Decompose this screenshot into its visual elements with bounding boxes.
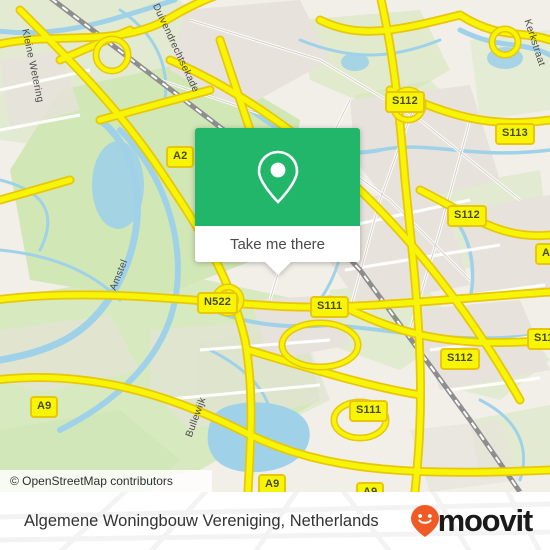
road-shield: S112	[447, 205, 487, 227]
place-title: Algemene Woningbouw Vereniging, Netherla…	[24, 511, 379, 530]
moovit-wordmark: moovit	[437, 503, 534, 538]
road-shield: S112	[440, 348, 480, 370]
road-shield: A9	[258, 474, 287, 492]
road-shield: A9	[30, 396, 59, 418]
moovit-map-page: A2 S112 S113 S112 A10 N522 S111 S112 S111 A9 S111 A…	[0, 0, 550, 550]
osm-attribution[interactable]: © OpenStreetMap contributors	[0, 470, 212, 492]
card-pin-area	[195, 128, 360, 226]
take-me-there-card[interactable]: Take me there	[195, 128, 360, 275]
osm-attribution-text: © OpenStreetMap contributors	[10, 474, 173, 488]
moovit-smiley-pin-icon	[410, 505, 439, 537]
road-shield: S111	[310, 296, 350, 318]
card-cta-area[interactable]: Take me there	[195, 226, 360, 275]
moovit-logo[interactable]: moovit	[410, 503, 534, 539]
road-shield: S113	[495, 123, 535, 145]
location-pin-icon	[257, 150, 298, 204]
road-shield: A9	[356, 482, 385, 492]
map-canvas[interactable]: A2 S112 S113 S112 A10 N522 S111 S112 S111 A9 S111 A…	[0, 0, 550, 492]
road-shield: N522	[197, 292, 239, 314]
card-pointer-tail	[263, 261, 292, 275]
road-shield: S111	[527, 328, 550, 350]
road-shield: S111	[349, 400, 389, 422]
road-shield: S112	[385, 91, 425, 113]
road-shield: A10	[535, 243, 550, 265]
road-shield: A2	[166, 146, 195, 168]
take-me-there-label: Take me there	[229, 235, 326, 253]
page-footer: Algemene Woningbouw Vereniging, Netherla…	[0, 492, 550, 550]
